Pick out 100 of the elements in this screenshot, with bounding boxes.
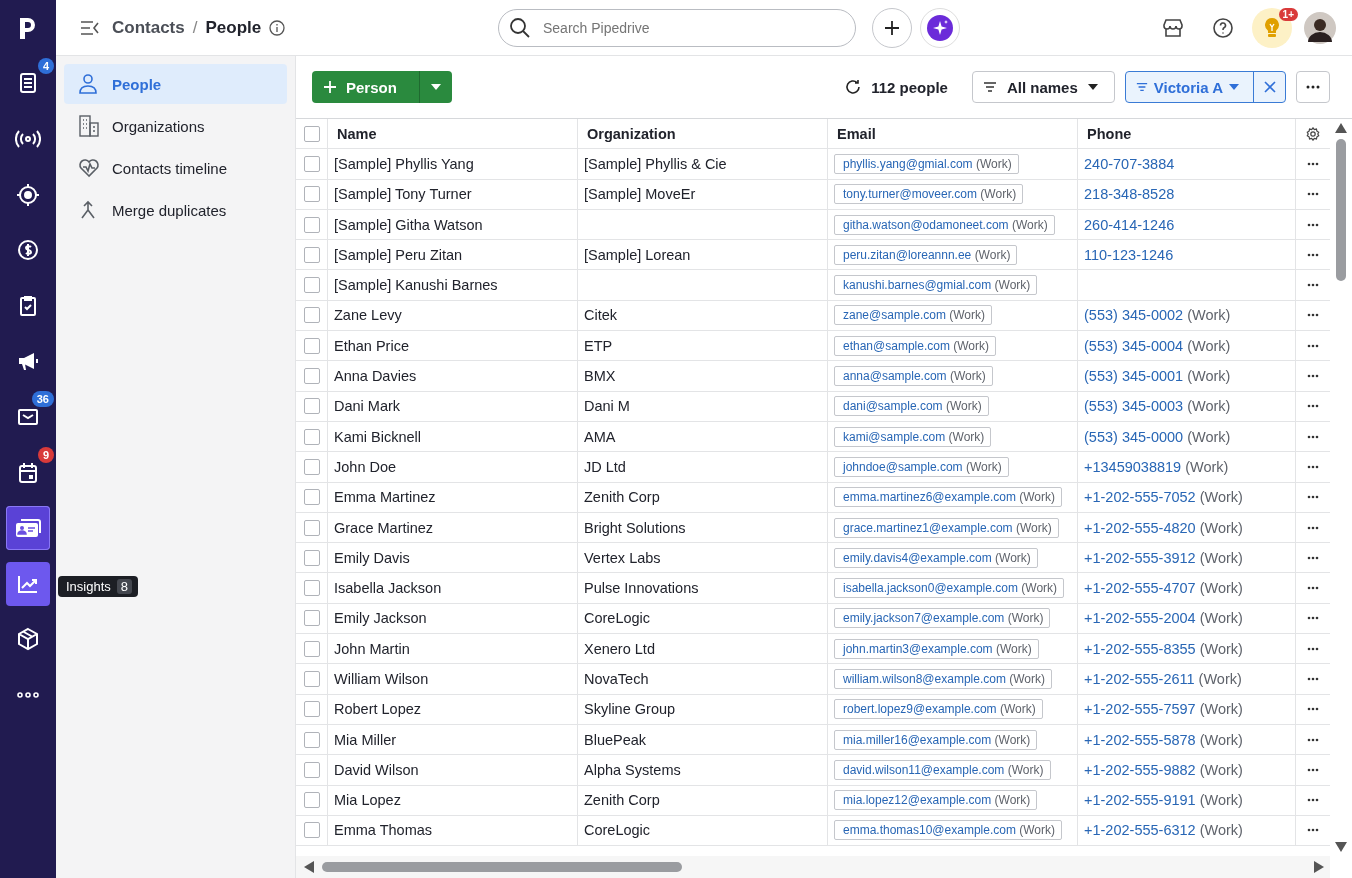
row-checkbox[interactable] bbox=[303, 671, 320, 687]
row-checkbox[interactable] bbox=[303, 398, 320, 415]
row-checkbox[interactable] bbox=[303, 610, 320, 627]
phone-link[interactable]: +13459038819 (Work) bbox=[1084, 458, 1229, 475]
nav-button[interactable] bbox=[6, 506, 50, 551]
email-chip[interactable]: johndoe@sample.com (Work) bbox=[834, 456, 1009, 477]
phone-link[interactable]: 110-123-1246 bbox=[1084, 246, 1174, 263]
phone-link[interactable]: (553) 345-0000 (Work) bbox=[1084, 428, 1231, 445]
tips-button[interactable] bbox=[1252, 7, 1292, 48]
email-chip[interactable]: john.martin3@example.com (Work) bbox=[834, 638, 1039, 659]
email-chip[interactable]: peru.zitan@loreannn.ee (Work) bbox=[834, 244, 1018, 265]
row-checkbox[interactable] bbox=[303, 428, 320, 445]
email-chip[interactable]: emily.davis4@example.com (Work) bbox=[834, 547, 1038, 568]
phone-link[interactable]: +1-202-555-5878 (Work) bbox=[1084, 731, 1243, 748]
scroll-down-icon[interactable] bbox=[1335, 842, 1347, 852]
breadcrumb-link[interactable]: Contacts bbox=[112, 17, 185, 38]
row-checkbox[interactable] bbox=[303, 731, 320, 748]
phone-link[interactable]: +1-202-555-4707 (Work) bbox=[1084, 580, 1243, 597]
email-chip[interactable]: ethan@sample.com (Work) bbox=[834, 335, 997, 356]
row-checkbox[interactable] bbox=[303, 307, 320, 324]
side-menu-item[interactable]: Contacts timeline bbox=[64, 148, 287, 188]
scroll-left-icon[interactable] bbox=[304, 861, 314, 873]
settings-icon[interactable] bbox=[1306, 126, 1320, 141]
row-checkbox[interactable] bbox=[303, 246, 320, 263]
row-checkbox[interactable] bbox=[303, 519, 320, 536]
select-all-checkbox[interactable] bbox=[303, 125, 320, 142]
side-menu-item[interactable]: Organizations bbox=[64, 106, 287, 146]
horizontal-scrollbar[interactable] bbox=[296, 856, 1330, 878]
phone-link[interactable]: (553) 345-0004 (Work) bbox=[1084, 337, 1231, 354]
table-cell: AMA bbox=[578, 421, 828, 452]
email-chip[interactable]: kanushi.barnes@gmial.com (Work) bbox=[834, 275, 1038, 296]
email-chip[interactable]: emma.martinez6@example.com (Work) bbox=[834, 487, 1063, 508]
phone-link[interactable]: +1-202-555-2611 (Work) bbox=[1084, 671, 1242, 687]
email-chip[interactable]: emma.thomas10@example.com (Work) bbox=[834, 820, 1063, 841]
column-header[interactable]: Email bbox=[828, 119, 1078, 149]
filter-dropdown[interactable]: All names bbox=[971, 71, 1115, 103]
avatar[interactable] bbox=[1304, 11, 1336, 44]
row-checkbox[interactable] bbox=[303, 640, 320, 657]
row-checkbox[interactable] bbox=[303, 155, 320, 172]
row-checkbox[interactable] bbox=[303, 458, 320, 475]
phone-link[interactable]: 218-348-8528 bbox=[1084, 186, 1175, 203]
email-chip[interactable]: kami@sample.com (Work) bbox=[834, 426, 992, 447]
phone-link[interactable]: +1-202-555-7052 (Work) bbox=[1084, 489, 1243, 506]
phone-link[interactable]: +1-202-555-4820 (Work) bbox=[1084, 519, 1243, 536]
phone-link[interactable]: +1-202-555-2004 (Work) bbox=[1084, 610, 1243, 627]
email-chip[interactable]: david.wilson11@example.com (Work) bbox=[834, 759, 1051, 780]
email-chip[interactable]: dani@sample.com (Work) bbox=[834, 396, 989, 417]
side-menu-item[interactable]: Merge duplicates bbox=[64, 190, 287, 230]
row-checkbox[interactable] bbox=[303, 337, 320, 354]
add-options-button[interactable] bbox=[418, 71, 452, 103]
email-chip[interactable]: grace.martinez1@example.com (Work) bbox=[834, 517, 1059, 538]
phone-link[interactable]: +1-202-555-9191 (Work) bbox=[1084, 792, 1243, 809]
email-chip[interactable]: githa.watson@odamoneet.com (Work) bbox=[834, 214, 1055, 235]
row-checkbox[interactable] bbox=[303, 549, 320, 566]
scroll-right-icon[interactable] bbox=[1314, 861, 1324, 873]
row-checkbox[interactable] bbox=[303, 216, 320, 233]
ai-assistant-button[interactable] bbox=[920, 7, 960, 48]
phone-link[interactable]: (553) 345-0002 (Work) bbox=[1084, 307, 1231, 324]
phone-link[interactable]: +1-202-555-8355 (Work) bbox=[1084, 640, 1243, 657]
column-header[interactable]: Phone bbox=[1078, 119, 1296, 149]
row-checkbox[interactable] bbox=[303, 822, 320, 839]
search-input[interactable]: Search Pipedrive bbox=[541, 18, 845, 37]
add-person-button[interactable]: Person bbox=[312, 71, 419, 103]
scrollbar-thumb[interactable] bbox=[322, 862, 682, 872]
scrollbar-thumb[interactable] bbox=[1336, 139, 1346, 281]
row-checkbox[interactable] bbox=[303, 792, 320, 809]
email-chip[interactable]: mia.lopez12@example.com (Work) bbox=[834, 790, 1038, 811]
row-checkbox[interactable] bbox=[303, 489, 320, 506]
email-chip[interactable]: emily.jackson7@example.com (Work) bbox=[834, 608, 1051, 629]
email-chip[interactable]: mia.miller16@example.com (Work) bbox=[834, 729, 1038, 750]
info-icon[interactable] bbox=[269, 19, 286, 36]
row-checkbox[interactable] bbox=[303, 186, 320, 203]
email-chip[interactable]: zane@sample.com (Work) bbox=[834, 305, 992, 326]
column-header[interactable]: Name bbox=[328, 119, 578, 149]
scroll-up-icon[interactable] bbox=[1335, 123, 1347, 133]
phone-link[interactable]: 260-414-1246 bbox=[1084, 216, 1175, 233]
phone-link[interactable]: (553) 345-0001 (Work) bbox=[1084, 368, 1231, 384]
phone-link[interactable]: +1-202-555-9882 (Work) bbox=[1084, 761, 1243, 778]
refresh-icon[interactable] bbox=[845, 79, 862, 95]
row-checkbox[interactable] bbox=[303, 368, 320, 384]
email-chip[interactable]: william.wilson8@example.com (Work) bbox=[834, 669, 1053, 689]
phone-link[interactable]: +1-202-555-6312 (Work) bbox=[1084, 822, 1243, 839]
row-checkbox[interactable] bbox=[303, 277, 320, 294]
email-chip[interactable]: isabella.jackson0@example.com (Work) bbox=[834, 578, 1065, 599]
row-checkbox[interactable] bbox=[303, 701, 320, 718]
phone-link[interactable]: +1-202-555-3912 (Work) bbox=[1084, 549, 1243, 566]
more-icon bbox=[1307, 192, 1319, 197]
column-header[interactable]: Organization bbox=[578, 119, 828, 149]
row-checkbox[interactable] bbox=[303, 580, 320, 597]
email-chip[interactable]: robert.lopez9@example.com (Work) bbox=[834, 699, 1043, 720]
side-menu-item[interactable]: People bbox=[64, 64, 287, 104]
email-chip[interactable]: phyllis.yang@gmial.com (Work) bbox=[834, 153, 1019, 174]
add-button[interactable] bbox=[872, 7, 912, 48]
phone-link[interactable]: +1-202-555-7597 (Work) bbox=[1084, 701, 1243, 718]
phone-link[interactable]: 240-707-3884 bbox=[1084, 155, 1175, 172]
email-chip[interactable]: tony.turner@moveer.com (Work) bbox=[834, 184, 1024, 205]
nav-button[interactable] bbox=[6, 561, 50, 606]
email-chip[interactable]: anna@sample.com (Work) bbox=[834, 366, 993, 386]
row-checkbox[interactable] bbox=[303, 761, 320, 778]
phone-link[interactable]: (553) 345-0003 (Work) bbox=[1084, 398, 1231, 415]
